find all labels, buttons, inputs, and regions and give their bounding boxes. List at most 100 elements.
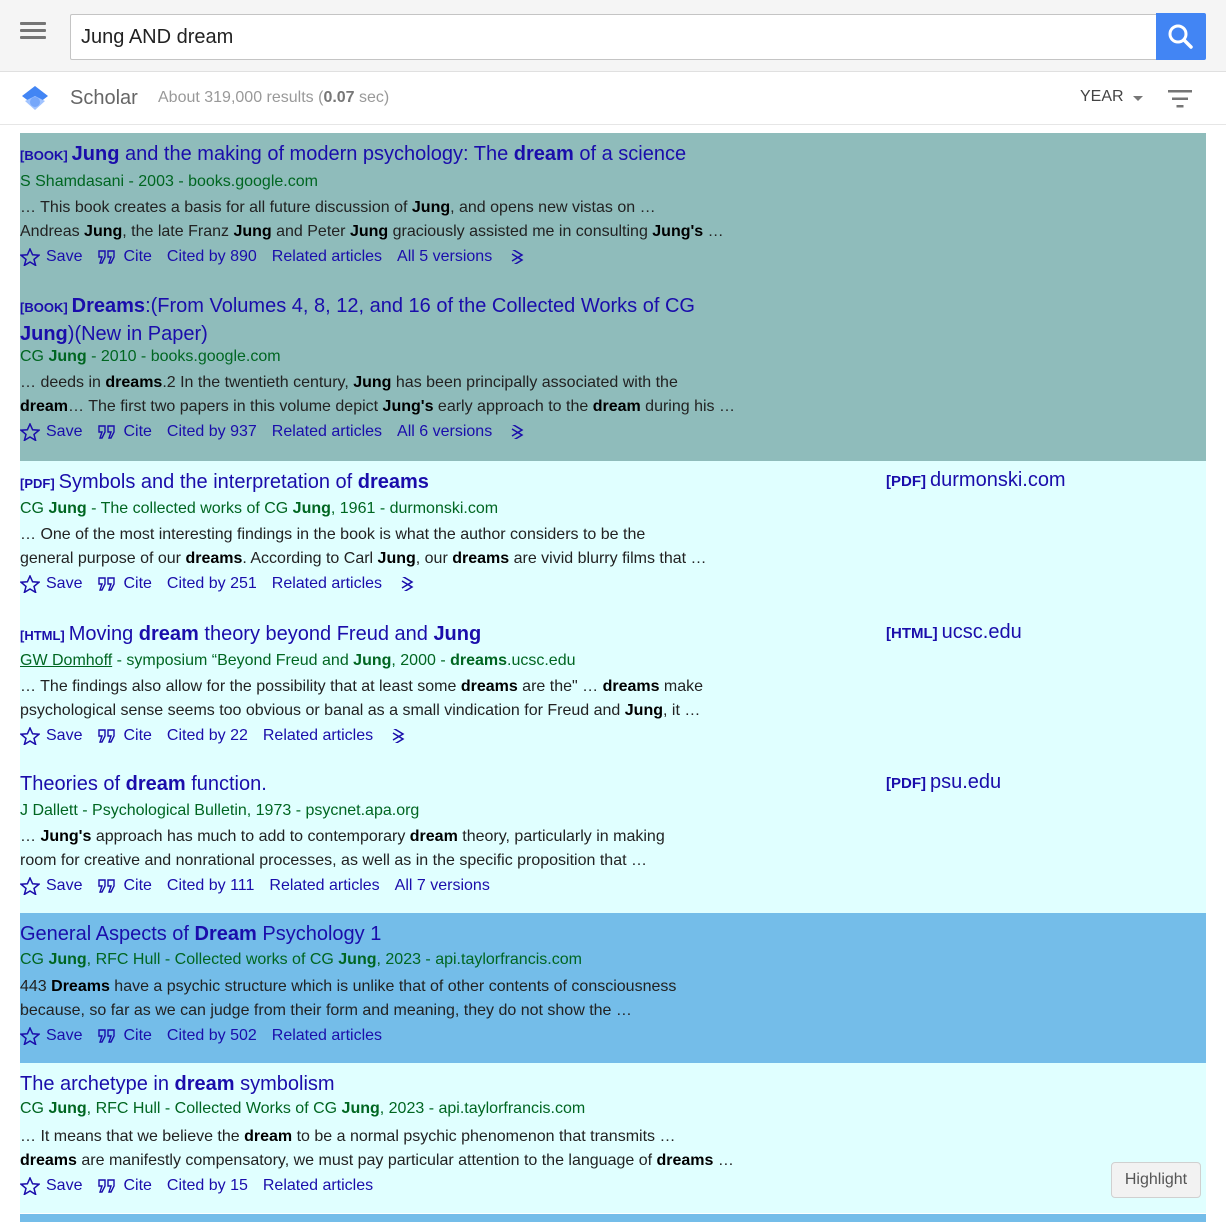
save-button[interactable]: Save: [20, 248, 82, 266]
result-authors: GW Domhoff - symposium “Beyond Freud and…: [20, 652, 576, 669]
related-articles-link[interactable]: Related articles: [272, 1027, 382, 1045]
more-button[interactable]: [388, 729, 408, 743]
result-title[interactable]: [BOOK] Dreams:(From Volumes 4, 8, 12, and…: [20, 293, 750, 347]
save-button[interactable]: Save: [20, 877, 82, 895]
scholar-logo-icon[interactable]: [21, 84, 49, 112]
save-button[interactable]: Save: [20, 727, 82, 745]
cited-by-link[interactable]: Cited by 890: [167, 248, 257, 266]
star-icon: [20, 1177, 40, 1195]
search-input[interactable]: [71, 15, 1157, 59]
cite-button[interactable]: Cite: [97, 877, 152, 895]
result-authors: CG Jung - 2010 - books.google.com: [20, 348, 281, 365]
result-type: [BOOK]: [20, 300, 68, 315]
cited-by-link[interactable]: Cited by 15: [167, 1177, 248, 1195]
caret-down-icon[interactable]: [1133, 96, 1143, 101]
cited-by-link[interactable]: Cited by 937: [167, 423, 257, 441]
quote-icon: [98, 879, 116, 893]
double-chevron-icon: [392, 729, 405, 743]
quote-icon: [98, 250, 116, 264]
result-snippet: … Jung's approach has much to add to con…: [20, 828, 665, 869]
star-icon: [20, 1027, 40, 1045]
brand-label[interactable]: Scholar: [70, 87, 138, 110]
cited-by-link[interactable]: Cited by 22: [167, 727, 248, 745]
double-chevron-icon: [511, 425, 524, 439]
side-html-link[interactable]: [HTML] ucsc.edu: [886, 621, 1022, 644]
star-icon: [20, 877, 40, 895]
save-button[interactable]: Save: [20, 575, 82, 593]
result-type: [HTML]: [20, 628, 65, 643]
related-articles-link[interactable]: Related articles: [263, 727, 373, 745]
result-authors: CG Jung - The collected works of CG Jung…: [20, 500, 499, 517]
result-snippet: … One of the most interesting findings i…: [20, 526, 707, 567]
double-chevron-icon: [401, 577, 414, 591]
result-snippet: … The findings also allow for the possib…: [20, 678, 704, 719]
result-title[interactable]: General Aspects of Dream Psychology 1: [20, 921, 750, 947]
cite-button[interactable]: Cite: [97, 248, 152, 266]
cite-button[interactable]: Cite: [97, 423, 152, 441]
result-snippet: … deeds in dreams.2 In the twentieth cen…: [20, 374, 735, 415]
star-icon: [20, 248, 40, 266]
result-actions: Save Cite Cited by 22 Related articles: [20, 727, 423, 745]
more-button[interactable]: [507, 425, 527, 439]
result-title[interactable]: Theories of dream function.: [20, 771, 750, 797]
result-type: [PDF]: [20, 476, 55, 491]
save-button[interactable]: Save: [20, 423, 82, 441]
versions-link[interactable]: All 6 versions: [397, 423, 492, 441]
result-actions: Save Cite Cited by 15 Related articles: [20, 1177, 388, 1195]
save-button[interactable]: Save: [20, 1177, 82, 1195]
cited-by-link[interactable]: Cited by 251: [167, 575, 257, 593]
versions-link[interactable]: All 5 versions: [397, 248, 492, 266]
result-item: The archetype in dream symbolism CG Jung…: [20, 1063, 1206, 1213]
result-item: [HTML] Moving dream theory beyond Freud a…: [20, 613, 1206, 763]
cite-button[interactable]: Cite: [97, 727, 152, 745]
cited-by-link[interactable]: Cited by 502: [167, 1027, 257, 1045]
filter-icon[interactable]: [1166, 87, 1194, 111]
search-icon: [1168, 24, 1193, 49]
menu-icon[interactable]: [20, 22, 48, 48]
save-button[interactable]: Save: [20, 1027, 82, 1045]
result-actions: Save Cite Cited by 890 Related articles …: [20, 248, 542, 266]
results-stats: About 319,000 results (0.07 sec): [158, 89, 389, 107]
result-item: General Aspects of Dream Psychology 1 CG…: [20, 913, 1206, 1063]
related-articles-link[interactable]: Related articles: [269, 877, 379, 895]
result-actions: Save Cite Cited by 251 Related articles: [20, 575, 432, 593]
more-button[interactable]: [397, 577, 417, 591]
result-authors: J Dallett - Psychological Bulletin, 1973…: [20, 802, 420, 819]
star-icon: [20, 575, 40, 593]
result-item-partial: [20, 1214, 1206, 1222]
result-title[interactable]: The archetype in dream symbolism: [20, 1071, 750, 1097]
search-button[interactable]: [1156, 13, 1206, 60]
result-title[interactable]: [BOOK] Jung and the making of modern psyc…: [20, 141, 750, 169]
side-pdf-link[interactable]: [PDF] durmonski.com: [886, 469, 1066, 492]
result-actions: Save Cite Cited by 502 Related articles: [20, 1027, 397, 1045]
result-authors: CG Jung, RFC Hull - Collected Works of C…: [20, 1100, 586, 1117]
related-articles-link[interactable]: Related articles: [272, 575, 382, 593]
result-snippet: 443 Dreams have a psychic structure whic…: [20, 978, 677, 1019]
result-title[interactable]: [PDF] Symbols and the interpretation of d…: [20, 469, 750, 497]
result-type: [BOOK]: [20, 148, 68, 163]
highlight-button[interactable]: Highlight: [1111, 1162, 1201, 1198]
related-articles-link[interactable]: Related articles: [272, 248, 382, 266]
quote-icon: [98, 1029, 116, 1043]
year-filter-button[interactable]: YEAR: [1080, 88, 1124, 106]
search-box[interactable]: [70, 14, 1157, 60]
result-snippet: … This book creates a basis for all futu…: [20, 199, 724, 240]
result-item: [BOOK] Jung and the making of modern psyc…: [20, 133, 1206, 285]
quote-icon: [98, 577, 116, 591]
related-articles-link[interactable]: Related articles: [263, 1177, 373, 1195]
result-actions: Save Cite Cited by 111 Related articles …: [20, 877, 505, 895]
result-title[interactable]: [HTML] Moving dream theory beyond Freud a…: [20, 621, 750, 649]
cite-button[interactable]: Cite: [97, 1027, 152, 1045]
result-item: [BOOK] Dreams:(From Volumes 4, 8, 12, and…: [20, 285, 1206, 461]
cite-button[interactable]: Cite: [97, 1177, 152, 1195]
related-articles-link[interactable]: Related articles: [272, 423, 382, 441]
cite-button[interactable]: Cite: [97, 575, 152, 593]
versions-link[interactable]: All 7 versions: [395, 877, 490, 895]
stats-suffix: sec): [354, 89, 390, 106]
cited-by-link[interactable]: Cited by 111: [167, 877, 254, 895]
side-pdf-link[interactable]: [PDF] psu.edu: [886, 771, 1001, 794]
result-item: Theories of dream function. [PDF] psu.edu…: [20, 763, 1206, 913]
double-chevron-icon: [511, 250, 524, 264]
author-link[interactable]: GW Domhoff: [20, 652, 112, 669]
more-button[interactable]: [507, 250, 527, 264]
